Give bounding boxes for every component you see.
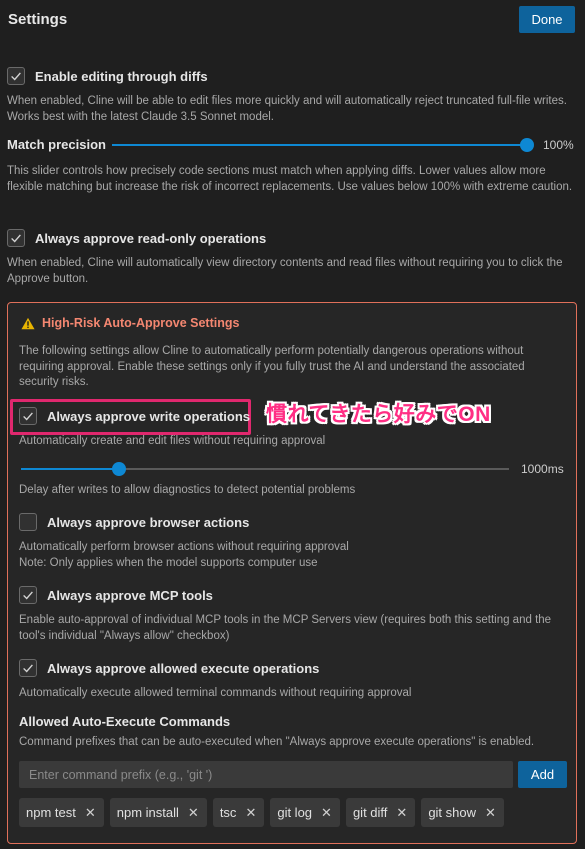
write-delay-description: Delay after writes to allow diagnostics … bbox=[19, 484, 356, 496]
execute-checkbox[interactable] bbox=[19, 659, 37, 677]
write-delay-slider-thumb[interactable] bbox=[111, 462, 126, 476]
diffs-checkbox[interactable] bbox=[7, 67, 25, 85]
high-risk-title: High-Risk Auto-Approve Settings bbox=[42, 316, 240, 330]
command-tag: git show ✕ bbox=[421, 798, 504, 827]
page-title: Settings bbox=[8, 11, 68, 28]
command-tag-list: npm test ✕ npm install ✕ tsc ✕ git log ✕… bbox=[19, 798, 504, 827]
checkmark-icon bbox=[11, 234, 21, 243]
command-tag: git diff ✕ bbox=[345, 798, 416, 827]
browser-description: Automatically perform browser actions wi… bbox=[19, 540, 564, 571]
mcp-checkbox[interactable] bbox=[19, 586, 37, 604]
command-tag-label: npm install bbox=[116, 805, 179, 820]
execute-setting[interactable]: Always approve allowed execute operation… bbox=[19, 659, 319, 677]
command-tag-label: npm test bbox=[26, 805, 76, 820]
diffs-setting[interactable]: Enable editing through diffs bbox=[7, 67, 208, 85]
close-icon[interactable]: ✕ bbox=[188, 805, 199, 821]
allowed-commands-heading: Allowed Auto-Execute Commands bbox=[19, 714, 231, 729]
command-tag: npm test ✕ bbox=[19, 798, 104, 827]
command-tag: git log ✕ bbox=[270, 798, 340, 827]
close-icon[interactable]: ✕ bbox=[321, 805, 332, 821]
match-precision-slider-fill bbox=[112, 144, 527, 146]
annotation-text: 慣れてきたら好みでON bbox=[266, 403, 491, 426]
write-ops-checkbox[interactable] bbox=[19, 407, 37, 425]
mcp-description: Enable auto-approval of individual MCP t… bbox=[19, 614, 552, 642]
close-icon[interactable]: ✕ bbox=[396, 805, 407, 821]
match-precision-slider-thumb[interactable] bbox=[520, 138, 534, 152]
browser-setting[interactable]: Always approve browser actions bbox=[19, 513, 249, 531]
match-precision-value: 100% bbox=[543, 138, 574, 152]
diffs-label: Enable editing through diffs bbox=[35, 68, 208, 84]
command-tag-label: git diff bbox=[352, 805, 388, 820]
high-risk-section: High-Risk Auto-Approve Settings The foll… bbox=[7, 302, 577, 844]
write-delay-value: 1000ms bbox=[521, 462, 564, 476]
command-tag: npm install ✕ bbox=[109, 798, 207, 827]
command-tag-label: git show bbox=[428, 805, 477, 820]
write-ops-description: Automatically create and edit files with… bbox=[19, 435, 326, 447]
close-icon[interactable]: ✕ bbox=[245, 805, 256, 821]
close-icon[interactable]: ✕ bbox=[85, 805, 96, 821]
command-tag-label: git log bbox=[277, 805, 313, 820]
command-tag: tsc ✕ bbox=[212, 798, 265, 827]
allowed-commands-description: Command prefixes that can be auto-execut… bbox=[19, 736, 535, 748]
match-precision-description: This slider controls how precisely code … bbox=[7, 165, 573, 193]
checkmark-icon bbox=[23, 412, 33, 421]
read-only-description: When enabled, Cline will automatically v… bbox=[7, 257, 563, 285]
close-icon[interactable]: ✕ bbox=[485, 805, 496, 821]
write-ops-setting[interactable]: Always approve write operations bbox=[19, 407, 250, 425]
browser-label: Always approve browser actions bbox=[47, 514, 250, 530]
settings-header: Settings Done bbox=[8, 6, 575, 38]
checkmark-icon bbox=[23, 591, 33, 600]
browser-checkbox[interactable] bbox=[19, 513, 37, 531]
read-only-setting[interactable]: Always approve read-only operations bbox=[7, 229, 266, 247]
browser-description-line-2: Note: Only applies when the model suppor… bbox=[19, 556, 318, 569]
execute-description: Automatically execute allowed terminal c… bbox=[19, 687, 412, 699]
command-tag-label: tsc bbox=[219, 805, 237, 820]
checkmark-icon bbox=[11, 72, 21, 81]
read-only-label: Always approve read-only operations bbox=[35, 230, 267, 246]
write-ops-label: Always approve write operations bbox=[47, 408, 251, 424]
high-risk-title-row: High-Risk Auto-Approve Settings bbox=[21, 316, 239, 330]
match-precision-label: Match precision bbox=[7, 137, 106, 152]
browser-description-line-1: Automatically perform browser actions wi… bbox=[19, 541, 349, 553]
add-command-button[interactable]: Add bbox=[518, 761, 567, 788]
write-delay-slider-fill bbox=[21, 468, 119, 470]
command-prefix-input[interactable] bbox=[19, 761, 513, 788]
execute-label: Always approve allowed execute operation… bbox=[47, 660, 320, 676]
checkmark-icon bbox=[23, 664, 33, 673]
diffs-description: When enabled, Cline will be able to edit… bbox=[7, 95, 567, 123]
mcp-label: Always approve MCP tools bbox=[47, 587, 213, 603]
high-risk-description: The following settings allow Cline to au… bbox=[19, 345, 525, 388]
done-button[interactable]: Done bbox=[519, 6, 575, 33]
warning-icon bbox=[21, 317, 35, 329]
mcp-setting[interactable]: Always approve MCP tools bbox=[19, 586, 213, 604]
read-only-checkbox[interactable] bbox=[7, 229, 25, 247]
